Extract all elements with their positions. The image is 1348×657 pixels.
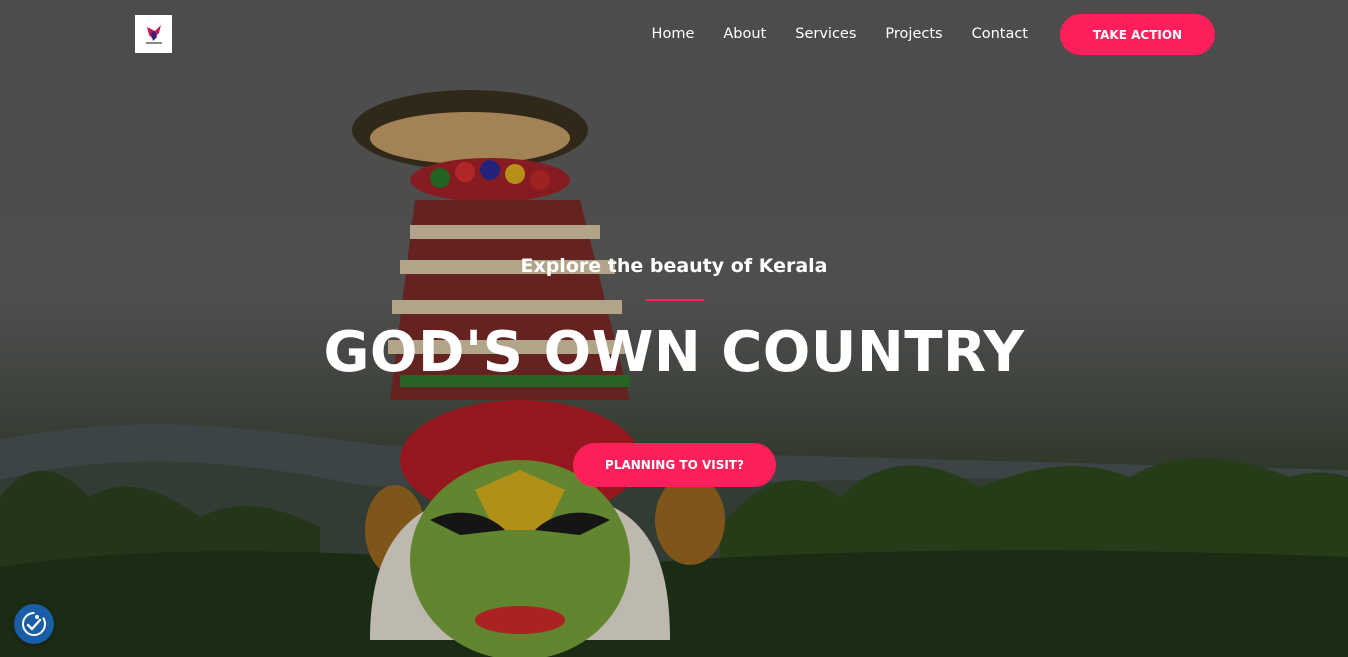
take-action-button[interactable]: TAKE ACTION <box>1060 14 1215 55</box>
hero-subtitle: Explore the beauty of Kerala <box>520 255 828 277</box>
accessibility-button[interactable] <box>14 604 54 644</box>
nav-home[interactable]: Home <box>652 24 695 44</box>
hero-headline: GOD'S OWN COUNTRY <box>323 320 1025 385</box>
accent-divider <box>646 299 704 301</box>
accessibility-icon <box>22 612 46 636</box>
hero-section: Home About Services Projects Contact TAK… <box>0 0 1348 657</box>
nav-about[interactable]: About <box>723 24 766 44</box>
planning-to-visit-button[interactable]: PLANNING TO VISIT? <box>573 443 776 487</box>
brand-logo[interactable] <box>135 15 172 53</box>
brand-logo-icon <box>145 25 162 44</box>
nav-projects[interactable]: Projects <box>885 24 942 44</box>
main-nav: Home About Services Projects Contact <box>652 24 1028 44</box>
nav-services[interactable]: Services <box>795 24 856 44</box>
nav-contact[interactable]: Contact <box>972 24 1028 44</box>
